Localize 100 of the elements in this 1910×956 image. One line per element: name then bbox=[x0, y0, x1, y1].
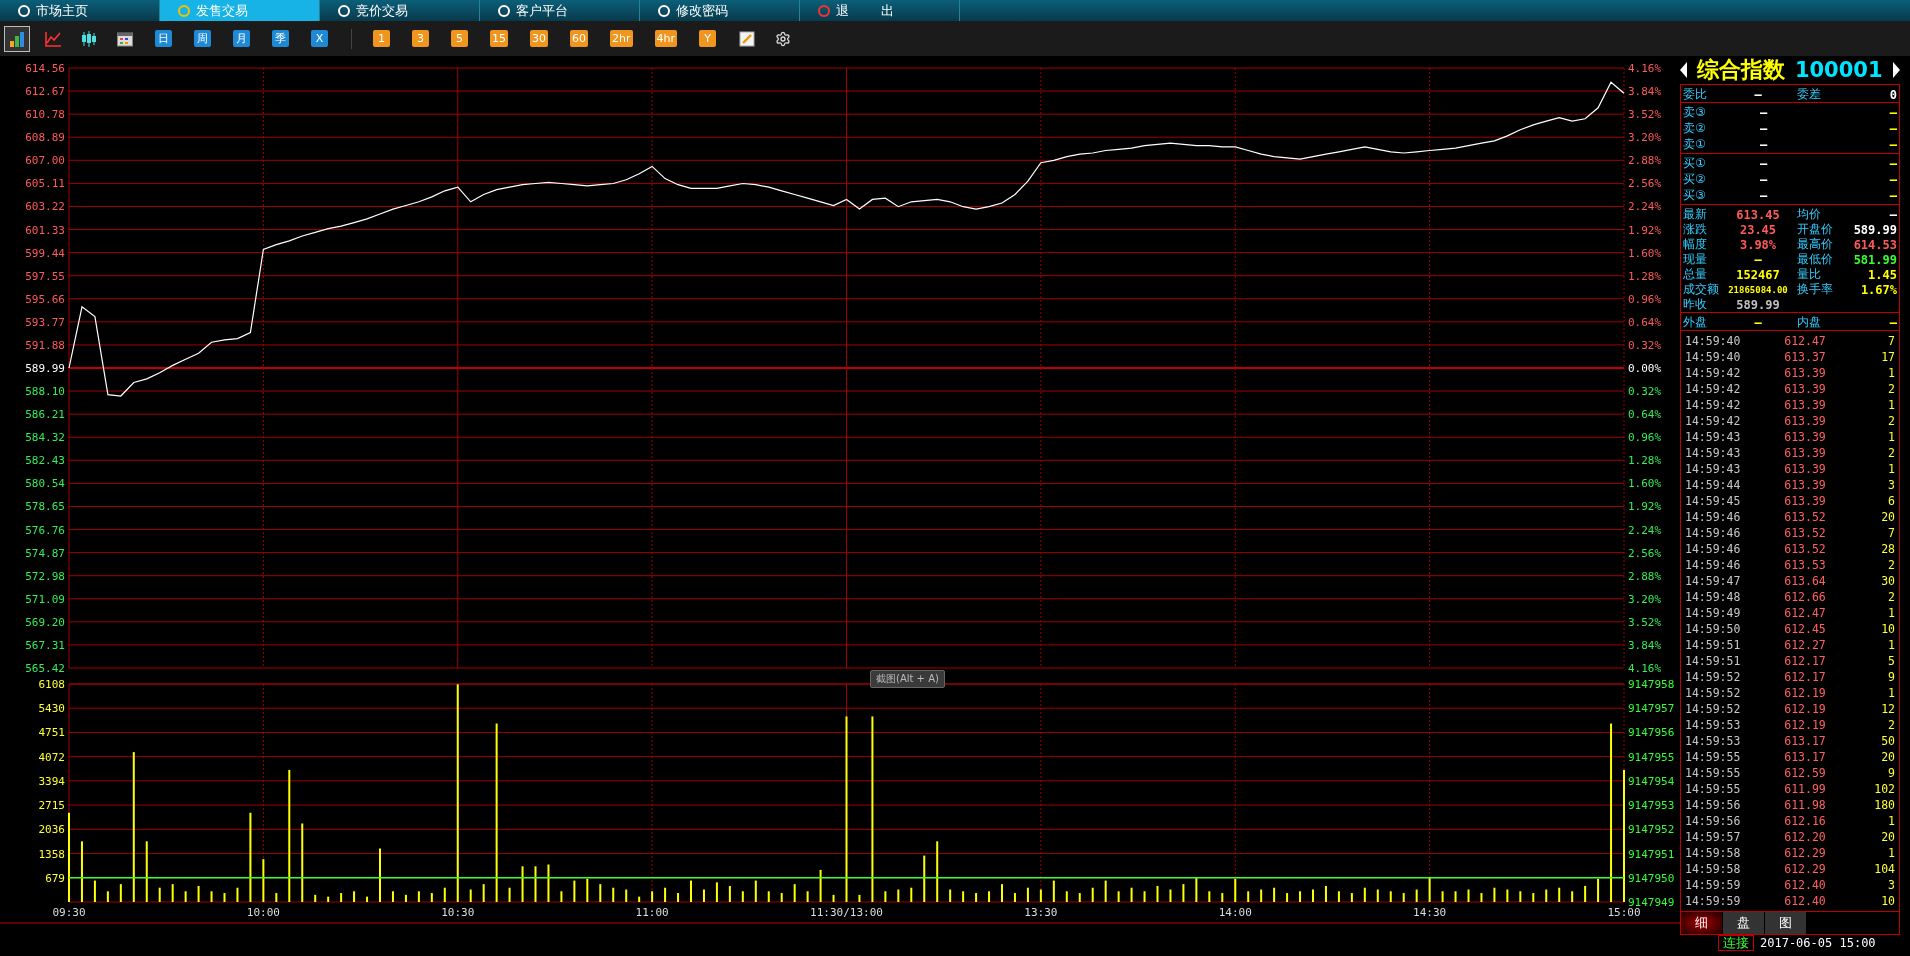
trade-time: 14:59:59 bbox=[1685, 894, 1742, 908]
trade-time: 14:59:52 bbox=[1685, 670, 1742, 684]
period-button[interactable]: 3 bbox=[412, 30, 429, 47]
settings-icon[interactable] bbox=[775, 30, 791, 47]
volume-bar bbox=[975, 893, 978, 902]
period-button[interactable]: 5 bbox=[451, 30, 468, 47]
trade-time: 14:59:55 bbox=[1685, 750, 1742, 764]
axis-label: 571.09 bbox=[25, 592, 65, 606]
panel-tab[interactable]: 盘 bbox=[1723, 912, 1764, 934]
period-button[interactable]: 1 bbox=[373, 30, 390, 47]
axis-label: 10:00 bbox=[246, 906, 280, 919]
trade-price: 612.47 bbox=[1783, 334, 1827, 348]
axis-label: 09:30 bbox=[52, 906, 86, 919]
order-level-label: 卖① bbox=[1683, 136, 1707, 153]
volume-bar bbox=[819, 869, 822, 902]
period-button[interactable]: 30 bbox=[530, 30, 548, 47]
trade-time: 14:59:58 bbox=[1685, 862, 1742, 876]
trade-time: 14:59:51 bbox=[1685, 638, 1742, 652]
trade-time: 14:59:57 bbox=[1685, 830, 1742, 844]
next-arrow-icon[interactable] bbox=[1892, 62, 1900, 78]
volume-bar bbox=[391, 891, 394, 902]
trade-volume: 1 bbox=[1887, 366, 1895, 380]
trade-volume: 50 bbox=[1880, 734, 1895, 748]
trade-volume: 20 bbox=[1880, 750, 1895, 764]
axis-label: 679 bbox=[45, 871, 65, 885]
pencil-icon[interactable] bbox=[739, 30, 755, 47]
order-volume: — bbox=[1888, 156, 1897, 171]
quote-value: 589.99 bbox=[1852, 222, 1897, 237]
period-button[interactable]: 季 bbox=[272, 30, 289, 47]
period-button[interactable]: 4hr bbox=[654, 30, 677, 47]
trade-time: 14:59:42 bbox=[1685, 382, 1742, 396]
period-button[interactable]: 15 bbox=[490, 30, 508, 47]
trade-volume: 3 bbox=[1887, 478, 1895, 492]
axis-label: 578.65 bbox=[25, 500, 65, 514]
trade-volume: 10 bbox=[1880, 622, 1895, 636]
trade-volume: 17 bbox=[1880, 350, 1895, 364]
panel-tab[interactable]: 图 bbox=[1765, 912, 1806, 934]
order-price: — bbox=[1758, 105, 1769, 120]
trade-price: 613.37 bbox=[1783, 350, 1827, 364]
volume-bar bbox=[702, 889, 705, 902]
volume-bar bbox=[1389, 891, 1392, 902]
period-button[interactable]: 2hr bbox=[610, 30, 633, 47]
calendar-icon bbox=[116, 29, 134, 48]
chart-type-button[interactable] bbox=[4, 25, 30, 52]
trade-time: 14:59:46 bbox=[1685, 510, 1742, 524]
volume-bar bbox=[1247, 891, 1250, 902]
axis-label: 3.84% bbox=[1628, 85, 1662, 99]
volume-bar bbox=[573, 880, 576, 902]
axis-label: 9147949 bbox=[1628, 896, 1675, 909]
axis-label: 0.64% bbox=[1628, 408, 1662, 422]
nav-tab[interactable]: 发售交易 bbox=[160, 0, 320, 21]
period-button[interactable]: 月 bbox=[233, 30, 250, 47]
period-button[interactable]: 周 bbox=[194, 30, 211, 47]
period-button[interactable]: Y bbox=[699, 30, 716, 47]
axis-label: 2715 bbox=[38, 799, 65, 813]
volume-bar bbox=[1039, 889, 1042, 902]
axis-label: 576.76 bbox=[25, 523, 65, 537]
volume-bar bbox=[184, 891, 187, 902]
axis-label: 565.42 bbox=[25, 662, 65, 674]
period-button[interactable]: 60 bbox=[570, 30, 588, 47]
volume-bar bbox=[534, 866, 537, 902]
axis-label: 3.84% bbox=[1628, 638, 1662, 652]
panel-tab[interactable]: 细 bbox=[1681, 912, 1722, 934]
order-volume: — bbox=[1888, 105, 1897, 120]
volume-bar bbox=[1571, 891, 1574, 902]
quote-value: — bbox=[1888, 207, 1897, 222]
period-button[interactable]: X bbox=[311, 30, 328, 47]
trade-time: 14:59:40 bbox=[1685, 334, 1742, 348]
volume-bar bbox=[1117, 891, 1120, 902]
trade-time: 14:59:53 bbox=[1685, 718, 1742, 732]
quote-value: 581.99 bbox=[1852, 252, 1897, 267]
quote-label: 委比 bbox=[1683, 86, 1708, 103]
axis-label: 9147950 bbox=[1628, 871, 1675, 885]
volume-bar bbox=[1156, 885, 1159, 902]
volume-bar bbox=[741, 891, 744, 902]
trade-price: 612.19 bbox=[1783, 702, 1827, 716]
previous-arrow-icon[interactable] bbox=[1680, 62, 1688, 78]
connection-status: 连接 bbox=[1718, 935, 1754, 951]
volume-bar bbox=[1506, 889, 1509, 902]
axis-label: 4.16% bbox=[1628, 62, 1662, 75]
quote-value: 1.67% bbox=[1859, 282, 1897, 297]
trade-price: 612.59 bbox=[1783, 766, 1827, 780]
volume-bar bbox=[119, 884, 122, 902]
trade-price: 613.52 bbox=[1783, 510, 1827, 524]
period-button[interactable]: 日 bbox=[155, 30, 172, 47]
quote-value: 21865084.00 bbox=[1727, 284, 1789, 295]
trade-price: 613.39 bbox=[1783, 366, 1827, 380]
volume-bar bbox=[1052, 880, 1055, 902]
trade-volume: 104 bbox=[1873, 862, 1895, 876]
axis-label: 589.99 bbox=[25, 362, 65, 375]
trade-volume: 9 bbox=[1887, 766, 1895, 780]
volume-bar bbox=[1221, 893, 1224, 902]
trade-time: 14:59:55 bbox=[1685, 766, 1742, 780]
volume-bar bbox=[1065, 891, 1068, 902]
axis-label: 588.10 bbox=[25, 385, 65, 399]
volume-bar bbox=[417, 891, 420, 902]
volume-bar bbox=[1415, 889, 1418, 902]
volume-bar bbox=[1130, 887, 1133, 902]
axis-label: 601.33 bbox=[25, 223, 65, 237]
volume-bar bbox=[651, 891, 654, 902]
